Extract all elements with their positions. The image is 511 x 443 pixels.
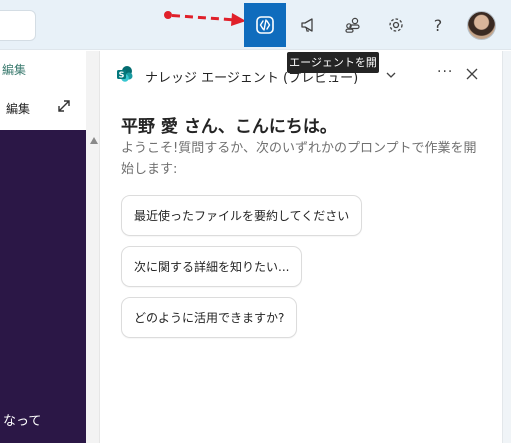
announcements-button[interactable] bbox=[288, 3, 330, 47]
people-icon bbox=[345, 17, 360, 33]
settings-button[interactable] bbox=[375, 3, 417, 47]
agent-button[interactable] bbox=[244, 3, 286, 47]
close-icon[interactable] bbox=[466, 68, 478, 80]
annotation-arrow bbox=[164, 11, 246, 26]
svg-text:S: S bbox=[119, 70, 125, 79]
tooltip: エージェントを開く bbox=[287, 52, 379, 90]
agent-icon bbox=[256, 16, 274, 34]
help-icon: ? bbox=[433, 15, 443, 35]
panel-edge bbox=[502, 51, 511, 443]
scroll-up-arrow-icon[interactable] bbox=[90, 137, 98, 144]
greeting: 平野 愛 さん、こんにちは。 bbox=[121, 117, 337, 137]
scrollbar[interactable] bbox=[86, 51, 100, 443]
people-button[interactable] bbox=[332, 3, 374, 47]
megaphone-icon bbox=[301, 18, 313, 32]
prompt-chip[interactable]: どのように活用できますか? bbox=[121, 297, 298, 338]
prompt-chip[interactable]: 最近使ったファイルを要約してください bbox=[121, 195, 363, 236]
expand-icon[interactable] bbox=[56, 98, 72, 114]
gear-icon bbox=[389, 18, 403, 32]
chevron-down-icon[interactable] bbox=[386, 71, 396, 79]
hero-text: なって bbox=[3, 414, 42, 429]
edit-link-top[interactable]: 編集 bbox=[2, 61, 26, 78]
help-button[interactable]: ? bbox=[417, 3, 459, 47]
page-hero-dark bbox=[0, 130, 86, 443]
search-box[interactable] bbox=[0, 10, 36, 41]
prompt-chip[interactable]: 次に関する詳細を知りたい... bbox=[121, 246, 303, 287]
edit-button[interactable]: 編集 bbox=[6, 100, 30, 117]
greeting-subtitle: ようこそ!質問するか、次のいずれかのプロンプトで作業を開始します: bbox=[121, 141, 477, 177]
sharepoint-logo-icon: S bbox=[117, 66, 133, 82]
avatar[interactable] bbox=[467, 11, 496, 40]
more-options-icon[interactable]: ··· bbox=[437, 64, 453, 80]
